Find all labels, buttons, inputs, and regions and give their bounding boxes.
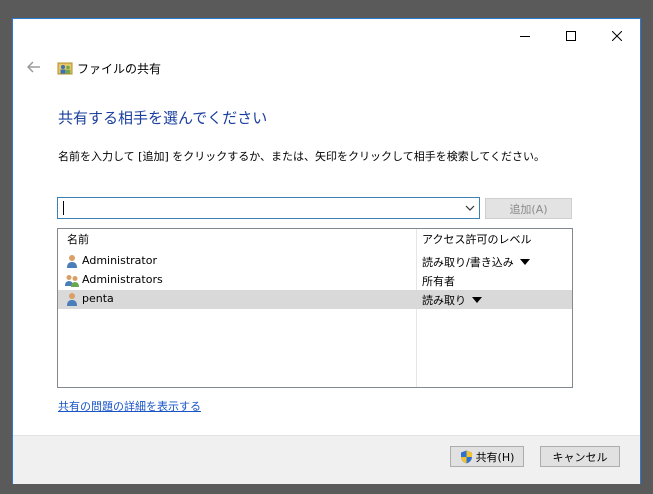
- permission-dropdown[interactable]: 読み取り/書き込み: [422, 254, 530, 270]
- close-button[interactable]: [594, 19, 640, 53]
- share-button-label: 共有(H): [475, 450, 515, 464]
- chevron-down-icon[interactable]: [464, 202, 476, 214]
- share-dialog: ファイルの共有 共有する相手を選んでください 名前を入力して [追加] をクリッ…: [12, 18, 641, 484]
- caption-buttons: [502, 19, 640, 53]
- list-item[interactable]: Administrator 読み取り/書き込み: [58, 252, 572, 271]
- minimize-button[interactable]: [502, 19, 548, 53]
- file-share-icon: [57, 62, 73, 75]
- close-icon: [612, 31, 622, 41]
- cancel-button[interactable]: キャンセル: [540, 446, 620, 467]
- row-level: 読み取り/書き込み: [422, 256, 514, 269]
- page-heading: 共有する相手を選んでください: [58, 109, 268, 127]
- back-arrow-icon: [26, 61, 40, 73]
- permission-dropdown[interactable]: 読み取り: [422, 292, 482, 308]
- back-button[interactable]: [26, 61, 41, 77]
- column-header-level[interactable]: アクセス許可のレベル: [422, 229, 531, 251]
- row-level: 所有者: [422, 275, 455, 288]
- instruction-text: 名前を入力して [追加] をクリックするか、または、矢印をクリックして相手を検索…: [58, 150, 546, 163]
- sharing-troubleshoot-link[interactable]: 共有の問題の詳細を表示する: [58, 398, 201, 414]
- maximize-button[interactable]: [548, 19, 594, 53]
- user-icon: [67, 293, 77, 306]
- user-name-combobox[interactable]: [57, 197, 480, 219]
- list-item[interactable]: penta 読み取り: [58, 290, 572, 309]
- minimize-icon: [520, 36, 530, 37]
- list-item[interactable]: Administrators 所有者: [58, 271, 572, 290]
- uac-shield-icon: [460, 450, 472, 463]
- row-name: Administrators: [82, 273, 163, 286]
- row-level: 読み取り: [422, 294, 466, 307]
- row-name: penta: [82, 292, 114, 305]
- share-button[interactable]: 共有(H): [450, 446, 524, 467]
- user-icon: [67, 255, 77, 268]
- dropdown-arrow-icon[interactable]: [519, 259, 530, 265]
- column-header-name[interactable]: 名前: [67, 229, 89, 251]
- dialog-footer: 共有(H) キャンセル: [13, 435, 640, 484]
- window-title: ファイルの共有: [77, 62, 162, 76]
- group-icon: [65, 275, 79, 287]
- dropdown-arrow-icon[interactable]: [472, 297, 482, 303]
- add-button[interactable]: 追加(A): [485, 198, 572, 219]
- text-caret: [63, 201, 64, 215]
- sharing-list: 名前 アクセス許可のレベル Administrator 読み取り/書き込み Ad…: [57, 228, 573, 388]
- maximize-icon: [566, 31, 576, 41]
- row-name: Administrator: [82, 254, 157, 267]
